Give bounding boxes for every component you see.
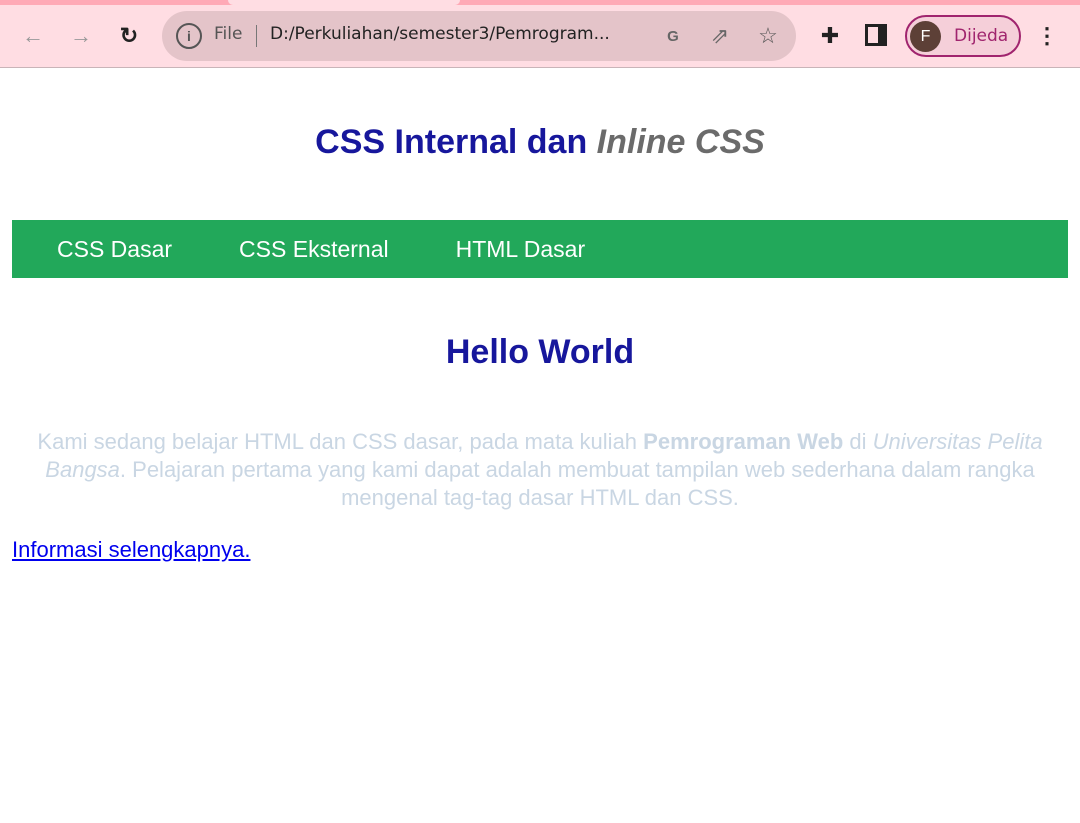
url-text[interactable]: D:/Perkuliahan/semester3/Pemrogram...: [270, 24, 610, 44]
star-icon[interactable]: ☆: [755, 23, 781, 49]
side-panel-icon[interactable]: [865, 24, 887, 46]
profile-button[interactable]: F Dijeda: [905, 15, 1021, 57]
profile-name: Dijeda: [954, 26, 1009, 46]
separator: [256, 25, 257, 47]
reload-icon[interactable]: ↻: [114, 21, 144, 51]
extensions-icon[interactable]: ✚: [815, 21, 845, 51]
file-label: File: [214, 24, 243, 44]
more-info-link[interactable]: Informasi selengkapnya.: [12, 537, 250, 563]
nav-css-eksternal[interactable]: CSS Eksternal: [239, 236, 389, 263]
title-plain: CSS Internal dan: [315, 123, 597, 161]
para-bold: Pemrograman Web: [643, 429, 844, 454]
nav-css-dasar[interactable]: CSS Dasar: [57, 236, 172, 263]
menu-icon[interactable]: ⋮: [1034, 21, 1060, 51]
forward-icon[interactable]: →: [66, 21, 96, 51]
para-text-3: . Pelajaran pertama yang kami dapat adal…: [119, 457, 1035, 510]
nav-html-dasar[interactable]: HTML Dasar: [456, 236, 586, 263]
intro-paragraph: Kami sedang belajar HTML dan CSS dasar, …: [12, 428, 1068, 512]
nav-bar: CSS Dasar CSS Eksternal HTML Dasar: [12, 220, 1068, 278]
avatar: F: [910, 21, 941, 52]
page-title: CSS Internal dan Inline CSS: [0, 123, 1080, 162]
para-text-1: Kami sedang belajar HTML dan CSS dasar, …: [37, 429, 644, 454]
info-icon[interactable]: i: [176, 23, 202, 49]
title-italic: Inline CSS: [596, 123, 765, 161]
para-text-2: di: [843, 429, 873, 454]
hello-heading: Hello World: [445, 333, 635, 371]
address-bar[interactable]: i File D:/Perkuliahan/semester3/Pemrogra…: [162, 11, 796, 61]
share-icon[interactable]: ⇗: [707, 23, 733, 49]
back-icon[interactable]: ←: [18, 21, 48, 51]
translate-icon[interactable]: G: [660, 23, 686, 49]
browser-toolbar: ← → ↻ i File D:/Perkuliahan/semester3/Pe…: [0, 5, 1080, 68]
